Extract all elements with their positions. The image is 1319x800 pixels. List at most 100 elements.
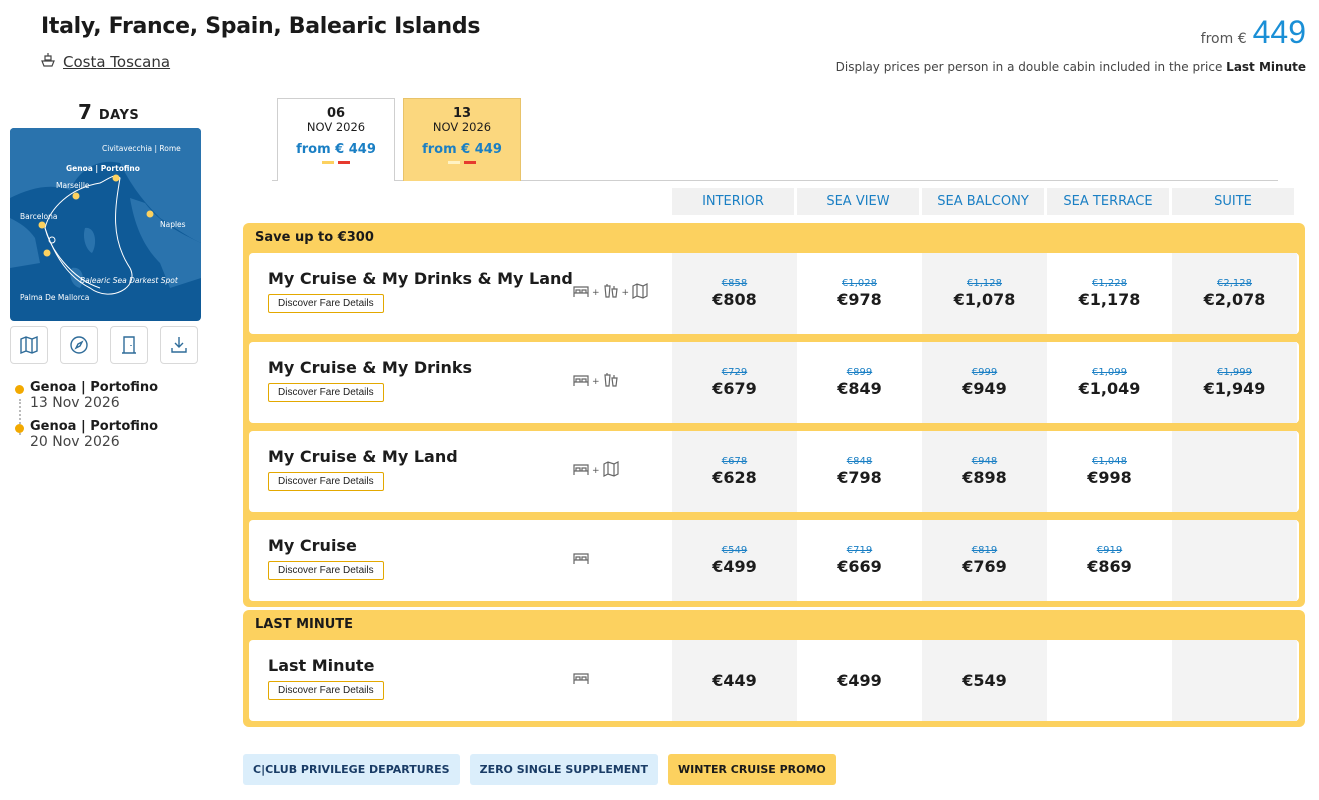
price-cell-sea-balcony[interactable]: €1,128 €1,078 xyxy=(922,253,1047,334)
price-cell-sea-view[interactable]: €1,028 €978 xyxy=(797,253,922,334)
door-icon xyxy=(122,336,136,354)
new-price: €978 xyxy=(837,289,882,309)
old-price: €2,128 xyxy=(1217,277,1252,289)
price-cell-sea-terrace xyxy=(1047,640,1172,721)
old-price: €848 xyxy=(846,455,873,467)
old-price: €1,048 xyxy=(1092,455,1127,467)
tab-markers xyxy=(404,161,520,164)
price-cell-sea-terrace[interactable]: €1,099 €1,049 xyxy=(1047,342,1172,423)
discover-fare-details-button[interactable]: Discover Fare Details xyxy=(268,294,384,313)
price-cell-sea-view[interactable]: €899 €849 xyxy=(797,342,922,423)
fare-group-last-minute: LAST MINUTE Last Minute Discover Fare Deta… xyxy=(243,610,1305,727)
badge-cclub[interactable]: C|CLUB PRIVILEGE DEPARTURES xyxy=(243,754,460,785)
price-cell-sea-terrace[interactable]: €1,228 €1,178 xyxy=(1047,253,1172,334)
price-cell-sea-balcony[interactable]: €549 xyxy=(922,640,1047,721)
plus-icon: + xyxy=(592,466,600,476)
duration: 7 DAYS xyxy=(78,100,139,124)
discover-fare-details-button[interactable]: Discover Fare Details xyxy=(268,383,384,402)
price-cell-sea-balcony[interactable]: €819 €769 xyxy=(922,520,1047,601)
ship-link[interactable]: Costa Toscana xyxy=(41,52,170,72)
badge-zero-single[interactable]: ZERO SINGLE SUPPLEMENT xyxy=(469,754,659,785)
stop-port: Genoa | Portofino xyxy=(30,419,159,434)
map-label: Marseille xyxy=(56,181,90,190)
discover-fare-details-button[interactable]: Discover Fare Details xyxy=(268,472,384,491)
compass-icon xyxy=(70,336,88,354)
date-tab-13-nov[interactable]: 13 NOV 2026 from € 449 xyxy=(403,98,521,181)
old-price: €1,099 xyxy=(1092,366,1127,378)
old-price: €719 xyxy=(846,544,873,556)
fare-row: My Cruise & My Drinks & My Land Discover … xyxy=(249,253,1299,334)
price-cell-suite[interactable]: €1,999 €1,949 xyxy=(1172,342,1297,423)
map-label: Barcelona xyxy=(20,212,58,221)
new-price: €869 xyxy=(1087,556,1132,576)
price-cell-sea-terrace[interactable]: €919 €869 xyxy=(1047,520,1172,601)
itinerary-list: Genoa | Portofino 13 Nov 2026 Genoa | Po… xyxy=(14,380,158,458)
price-cell-sea-view[interactable]: €848 €798 xyxy=(797,431,922,512)
map-label: Naples xyxy=(160,220,186,229)
discover-fare-details-button[interactable]: Discover Fare Details xyxy=(268,561,384,580)
old-price: €1,028 xyxy=(842,277,877,289)
new-price: €549 xyxy=(962,670,1007,690)
price-cell-sea-balcony[interactable]: €948 €898 xyxy=(922,431,1047,512)
plus-icon: + xyxy=(592,288,600,298)
fare-inclusions: + xyxy=(572,461,620,481)
old-price: €678 xyxy=(721,455,748,467)
tab-markers xyxy=(278,161,394,164)
fare-name: My Cruise & My Drinks & My Land xyxy=(268,269,573,288)
tab-price: from € 449 xyxy=(422,142,502,157)
stop-port: Genoa | Portofino xyxy=(30,380,159,395)
price-cell-interior[interactable]: €729 €679 xyxy=(672,342,797,423)
from-price-block: from € 449 xyxy=(1201,14,1306,51)
fare-name: My Cruise & My Drinks xyxy=(268,358,473,377)
departure-date-tabs: 06 NOV 2026 from € 449 13 NOV 2026 from … xyxy=(272,98,1278,181)
tab-price: from € 449 xyxy=(296,142,376,157)
fare-row: My Cruise Discover Fare Details €549 €499 €7… xyxy=(249,520,1299,601)
date-tab-06-nov[interactable]: 06 NOV 2026 from € 449 xyxy=(277,98,395,181)
fare-row: Last Minute Discover Fare Details €449 €499… xyxy=(249,640,1299,721)
ship-name[interactable]: Costa Toscana xyxy=(63,53,170,71)
map-button[interactable] xyxy=(10,326,48,364)
price-cell-interior[interactable]: €678 €628 xyxy=(672,431,797,512)
plus-icon: + xyxy=(621,288,630,298)
cabin-interior: INTERIOR xyxy=(672,188,794,215)
price-cell-sea-balcony[interactable]: €999 €949 xyxy=(922,342,1047,423)
price-cell-interior[interactable]: €858 €808 xyxy=(672,253,797,334)
price-cell-sea-view[interactable]: €719 €669 xyxy=(797,520,922,601)
drinks-icon xyxy=(602,283,620,303)
discover-fare-details-button[interactable]: Discover Fare Details xyxy=(268,681,384,700)
cabin-button[interactable] xyxy=(110,326,148,364)
new-price: €2,078 xyxy=(1203,289,1266,309)
old-price: €948 xyxy=(971,455,998,467)
old-price: €819 xyxy=(971,544,998,556)
group-title: LAST MINUTE xyxy=(255,617,354,632)
price-cell-interior[interactable]: €549 €499 xyxy=(672,520,797,601)
itinerary-map[interactable]: Civitavecchia | Rome Genoa | Portofino M… xyxy=(10,128,201,321)
badge-winter-promo[interactable]: WINTER CRUISE PROMO xyxy=(668,754,836,785)
new-price: €679 xyxy=(712,378,757,398)
new-price: €898 xyxy=(962,467,1007,487)
price-cell-sea-view[interactable]: €499 xyxy=(797,640,922,721)
fare-inclusions xyxy=(572,670,590,690)
bed-icon xyxy=(572,372,590,392)
price-cell-suite xyxy=(1172,431,1297,512)
tab-month: NOV 2026 xyxy=(306,120,366,134)
itinerary-stop: Genoa | Portofino 20 Nov 2026 xyxy=(14,419,158,450)
price-cell-sea-terrace[interactable]: €1,048 €998 xyxy=(1047,431,1172,512)
bed-icon xyxy=(572,283,590,303)
compass-button[interactable] xyxy=(60,326,98,364)
cabin-sea-terrace: SEA TERRACE xyxy=(1047,188,1169,215)
map-label: Palma De Mallorca xyxy=(20,293,90,302)
bed-icon xyxy=(572,550,590,570)
stop-date: 20 Nov 2026 xyxy=(30,434,120,450)
stop-date: 13 Nov 2026 xyxy=(30,395,120,411)
download-button[interactable] xyxy=(160,326,198,364)
drinks-icon xyxy=(602,372,620,392)
old-price: €549 xyxy=(721,544,748,556)
days-label: DAYS xyxy=(98,108,140,123)
price-cell-suite[interactable]: €2,128 €2,078 xyxy=(1172,253,1297,334)
fare-row: My Cruise & My Drinks Discover Fare Detai… xyxy=(249,342,1299,423)
fare-prices: €678 €628 €848 €798 €948 €898 €1,048 €998 xyxy=(672,431,1297,512)
price-cell-interior[interactable]: €449 xyxy=(672,640,797,721)
new-price: €798 xyxy=(837,467,882,487)
new-price: €1,949 xyxy=(1203,378,1266,398)
